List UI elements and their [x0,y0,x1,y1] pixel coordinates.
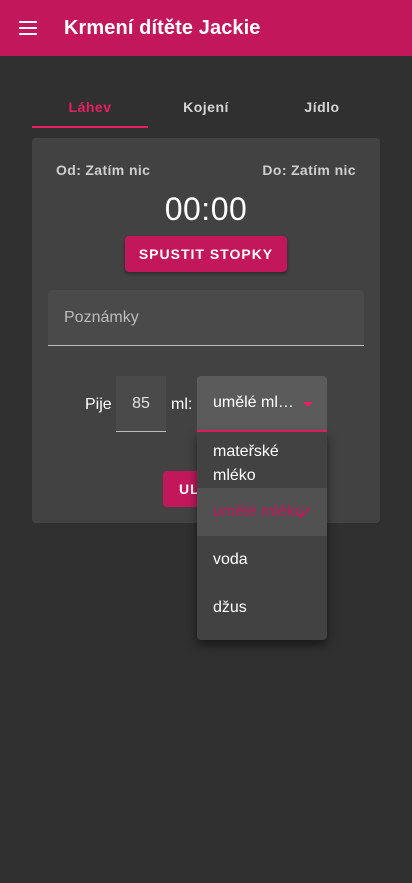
to-value: Zatím nic [290,162,356,178]
option-juice[interactable]: džus [197,584,327,632]
option-label: džus [213,599,247,616]
amount-input[interactable]: 85 [116,376,166,432]
start-stopwatch-button[interactable]: SPUSTIT STOPKY [125,236,287,272]
tab-food[interactable]: Jídlo [264,84,380,130]
select-value: umělé ml… [213,394,294,411]
option-breast-milk[interactable]: mateřské mléko [197,440,327,488]
option-label: voda [213,551,248,568]
hamburger-menu-icon [19,21,37,35]
option-label: umělé mléko [213,503,304,520]
unit-label: ml: [171,396,193,413]
notes-input[interactable] [48,290,364,345]
from-label: Od: [56,162,82,178]
notes-field[interactable] [48,290,364,346]
menu-button[interactable] [0,0,56,56]
to-time: Do: Zatím nic [262,162,356,178]
milk-type-select[interactable]: umělé ml… [197,376,327,432]
option-formula[interactable]: umělé mléko [197,488,327,536]
page-title: Krmení dítěte Jackie [64,16,261,39]
time-range: Od: Zatím nic Do: Zatím nic [56,162,356,178]
app-bar: Krmení dítěte Jackie [0,0,412,56]
milk-type-menu: mateřské mléko umělé mléko voda džus [197,432,327,640]
drinks-label: Pije [85,396,112,413]
option-label: mateřské mléko [213,443,279,484]
from-value: Zatím nic [85,162,151,178]
to-label: Do: [262,162,287,178]
tab-bottle[interactable]: Láhev [32,84,148,130]
tab-bar: Láhev Kojení Jídlo [32,84,380,130]
from-time: Od: Zatím nic [56,162,150,178]
stopwatch-display: 00:00 [164,191,248,227]
check-icon [295,506,311,519]
option-water[interactable]: voda [197,536,327,584]
tab-breastfeeding[interactable]: Kojení [148,84,264,130]
dropdown-arrow-icon [303,402,313,407]
